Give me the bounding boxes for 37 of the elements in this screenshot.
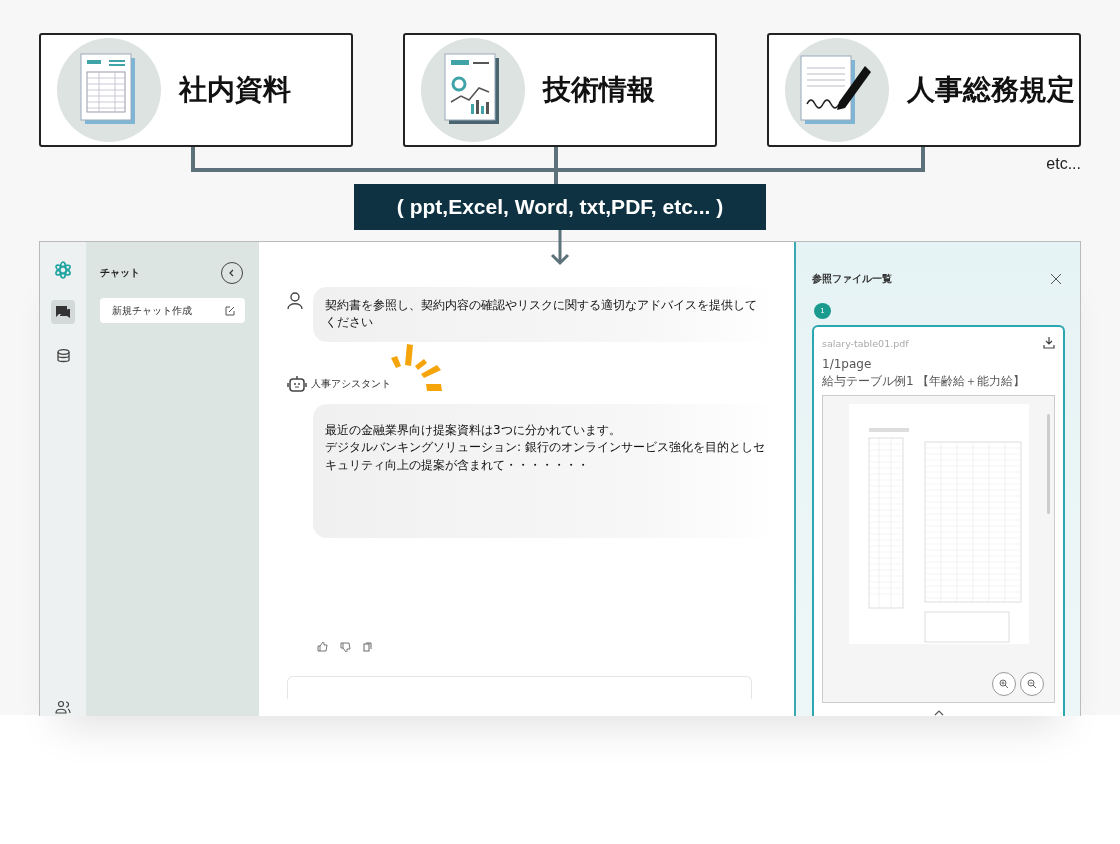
- message-text: デジタルバンキングソリューション: 銀行のオンラインサービス強化を目的としセキュリティ向上の提案が含まれて・・・・・・・: [325, 439, 766, 474]
- message-input-field[interactable]: [287, 675, 752, 699]
- database-icon: [56, 349, 70, 363]
- chat-bubbles-icon: [56, 306, 70, 318]
- down-arrow: [550, 230, 570, 266]
- thumbs-down-icon[interactable]: [340, 641, 351, 652]
- message-text: 最近の金融業界向け提案資料は3つに分かれています。: [325, 421, 622, 439]
- thumbs-up-icon[interactable]: [317, 641, 328, 652]
- page-count: 1/1page: [822, 357, 873, 371]
- sparkle-drawing: [391, 343, 445, 392]
- chat-nav-button[interactable]: [51, 300, 75, 324]
- caret-up-icon[interactable]: [933, 710, 944, 716]
- zoom-out-icon: [1027, 679, 1037, 689]
- user-icon: [287, 292, 303, 310]
- etc-label: etc...: [1046, 155, 1081, 173]
- message-text: 契約書を参照し、契約内容の確認やリスクに関する適切なアドバイスを提供してください: [325, 297, 758, 332]
- robot-icon: [287, 374, 307, 393]
- download-icon[interactable]: [1043, 337, 1055, 349]
- users-icon: [55, 700, 71, 714]
- category-label: 技術情報: [543, 72, 655, 108]
- category-label: 社内資料: [179, 72, 291, 108]
- assistant-name: 人事アシスタント: [311, 376, 391, 391]
- file-name: salary-table01.pdf: [822, 337, 909, 349]
- edit-icon: [225, 305, 235, 316]
- file-caption: 給与テーブル例1 【年齢給＋能力給】: [822, 373, 1027, 390]
- zoom-in-button[interactable]: [992, 672, 1016, 696]
- copy-icon[interactable]: [363, 641, 372, 652]
- file-formats-banner: ( ppt,Excel, Word, txt,PDF, etc... ): [354, 184, 766, 230]
- zoom-out-button[interactable]: [1020, 672, 1044, 696]
- close-icon[interactable]: [1051, 274, 1061, 284]
- zoom-in-icon: [999, 679, 1009, 689]
- sidebar-title: チャット: [100, 266, 140, 280]
- chevron-left-icon: [228, 269, 236, 277]
- category-label: 人事総務規定: [907, 72, 1075, 108]
- flower-logo-icon: [53, 260, 73, 280]
- panel-title: 参照ファイル一覧: [812, 272, 892, 286]
- new-chat-button[interactable]: 新規チャット作成: [100, 298, 245, 323]
